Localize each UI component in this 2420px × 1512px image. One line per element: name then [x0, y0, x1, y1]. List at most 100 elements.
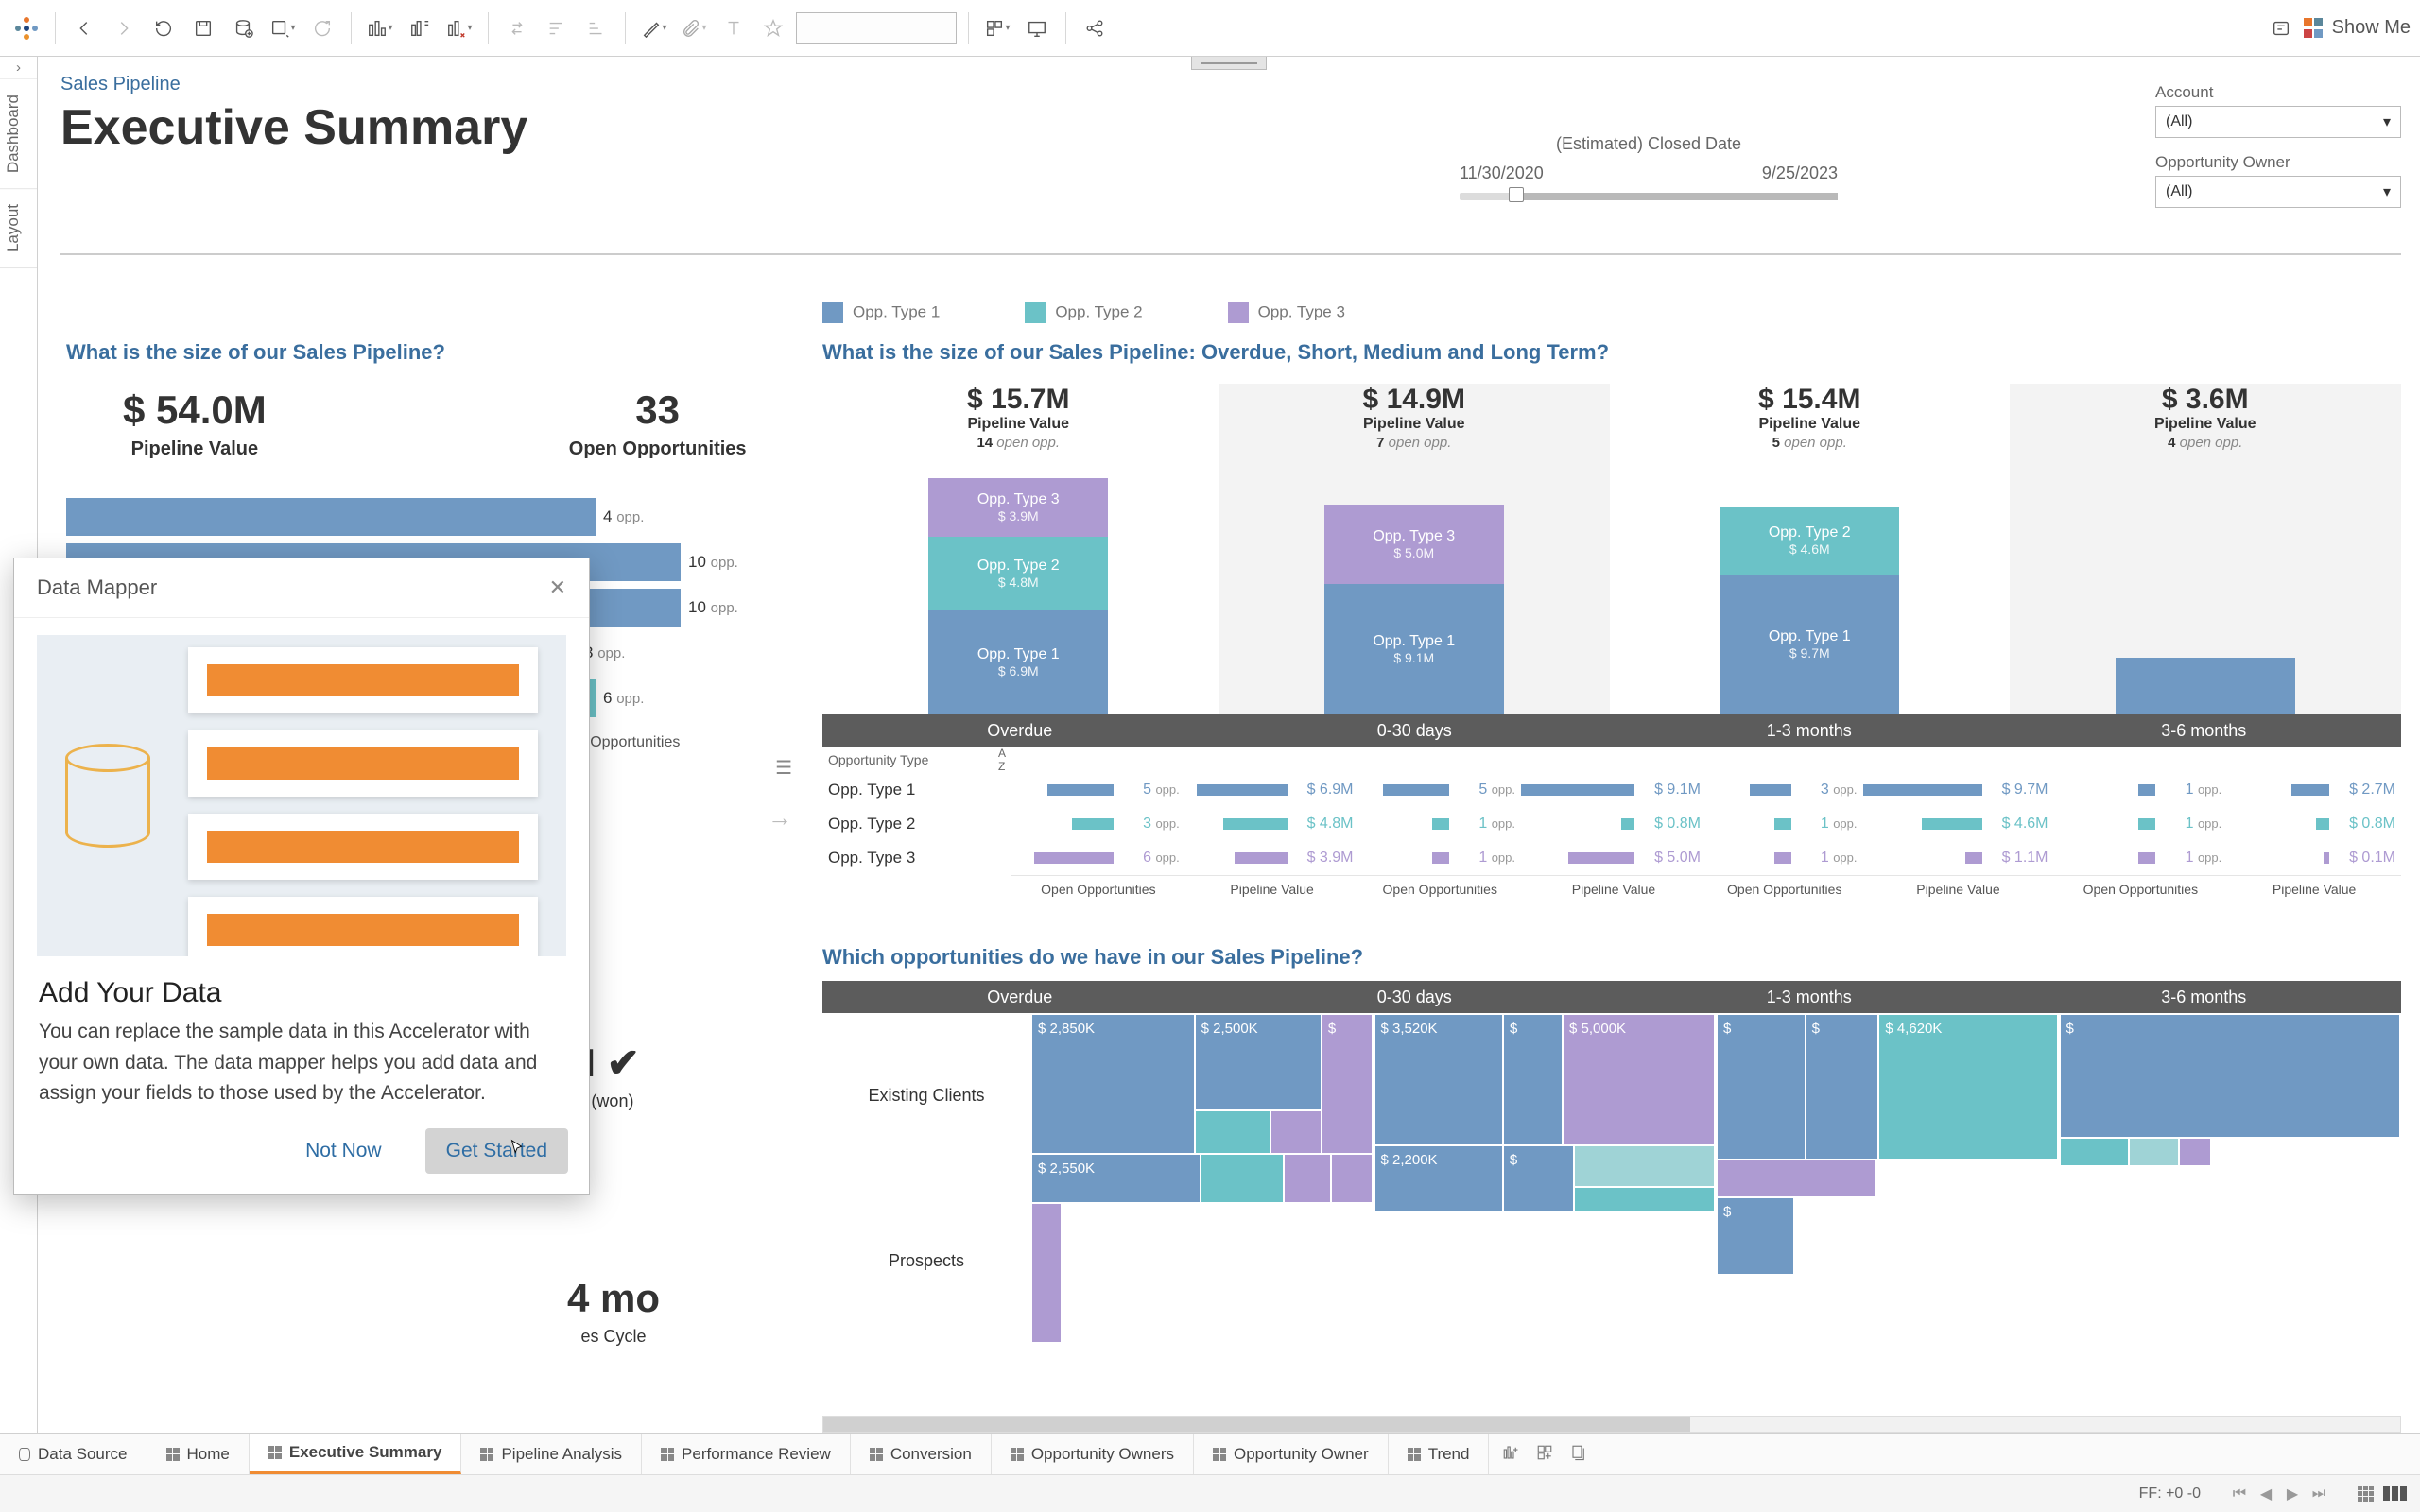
legend-item-3[interactable]: Opp. Type 3 — [1228, 302, 1345, 323]
autosave-dropdown-icon[interactable]: ▾ — [266, 11, 300, 45]
breakdown-cell[interactable]: 5 opp. — [1359, 773, 1522, 807]
stack-segment[interactable]: Opp. Type 2$ 4.8M — [928, 537, 1108, 610]
sidebar-expand-icon[interactable]: › — [0, 57, 37, 79]
tableau-logo-icon[interactable] — [9, 11, 43, 45]
treemap-cell[interactable]: $ — [1718, 1015, 1805, 1159]
tab-data-source[interactable]: Data Source — [0, 1434, 147, 1474]
highlight-icon[interactable]: ▾ — [637, 11, 671, 45]
tab-trend[interactable]: Trend — [1389, 1434, 1490, 1474]
nav-prev-icon[interactable]: ◀ — [2256, 1484, 2276, 1504]
not-now-button[interactable]: Not Now — [285, 1128, 403, 1174]
breakdown-cell[interactable]: 1 opp. — [2054, 807, 2228, 841]
stack-segment[interactable]: Opp. Type 1$ 9.1M — [1324, 584, 1504, 714]
text-icon[interactable] — [717, 11, 751, 45]
duplicate-sheet-icon[interactable] — [403, 11, 437, 45]
treemap-cell[interactable]: $ 5,000K — [1564, 1015, 1714, 1144]
treemap-cell[interactable] — [1271, 1111, 1321, 1153]
stack-segment[interactable]: Opp. Type 3$ 3.9M — [928, 478, 1108, 537]
breakdown-cell[interactable]: $ 4.8M — [1185, 807, 1359, 841]
breakdown-cell[interactable]: $ 6.9M — [1185, 773, 1359, 807]
treemap-cell[interactable] — [1718, 1160, 1876, 1196]
breakdown-cell[interactable]: 1 opp. — [1706, 841, 1863, 875]
back-icon[interactable] — [67, 11, 101, 45]
nav-first-icon[interactable]: ⏮ — [2229, 1484, 2250, 1504]
canvas-resize-handle[interactable] — [1191, 57, 1267, 70]
tab-performance-review[interactable]: Performance Review — [642, 1434, 851, 1474]
tab-conversion[interactable]: Conversion — [851, 1434, 992, 1474]
tab-home[interactable]: Home — [147, 1434, 250, 1474]
breakdown-cell[interactable]: $ 1.1M — [1863, 841, 2054, 875]
new-dashboard-icon[interactable] — [1536, 1444, 1553, 1465]
treemap-cell[interactable]: $ — [1504, 1015, 1562, 1144]
breakdown-cell[interactable]: 5 opp. — [1011, 773, 1185, 807]
stack-segment[interactable]: Opp. Type 2$ 4.6M — [1720, 507, 1899, 575]
guide-icon[interactable] — [2264, 11, 2298, 45]
treemap-cell[interactable] — [2180, 1139, 2210, 1165]
stack-column[interactable]: $ 15.4MPipeline Value5 open opp.Opp. Typ… — [1614, 384, 2006, 714]
owner-filter-select[interactable]: (All)▾ — [2155, 176, 2401, 208]
treemap-cell[interactable]: $ 2,500K — [1196, 1015, 1321, 1109]
treemap-cell[interactable] — [2061, 1139, 2128, 1165]
stack-segment[interactable]: Opp. Type 1$ 6.9M — [928, 610, 1108, 714]
legend-item-1[interactable]: Opp. Type 1 — [822, 302, 940, 323]
share-icon[interactable] — [1078, 11, 1112, 45]
view-tabs-icon[interactable] — [2383, 1486, 2407, 1502]
treemap-cell[interactable] — [1201, 1155, 1282, 1203]
treemap-cell[interactable] — [1032, 1204, 1061, 1342]
tab-opportunity-owners[interactable]: Opportunity Owners — [992, 1434, 1194, 1474]
swap-icon[interactable] — [500, 11, 534, 45]
refresh-icon[interactable] — [305, 11, 339, 45]
stack-column[interactable]: $ 14.9MPipeline Value7 open opp.Opp. Typ… — [1219, 384, 1611, 714]
star-icon[interactable] — [756, 11, 790, 45]
sort-az-icon[interactable]: AZ — [998, 747, 1006, 773]
show-me-button[interactable]: Show Me — [2304, 17, 2411, 39]
view-filmstrip-icon[interactable] — [2358, 1486, 2374, 1502]
stack-segment[interactable]: Opp. Type 1$ 9.7M — [1720, 575, 1899, 714]
horizontal-scrollbar[interactable] — [822, 1416, 2401, 1433]
breakdown-cell[interactable]: 3 opp. — [1706, 773, 1863, 807]
breakdown-cell[interactable]: $ 0.1M — [2227, 841, 2401, 875]
sidebar-tab-layout[interactable]: Layout — [0, 189, 37, 268]
treemap-cell[interactable] — [1285, 1155, 1331, 1203]
treemap-cell[interactable]: $ 2,850K — [1032, 1015, 1194, 1153]
treemap-cell[interactable] — [1332, 1155, 1371, 1203]
treemap-cell[interactable]: $ — [1322, 1015, 1372, 1153]
treemap-cell[interactable]: $ — [1718, 1198, 1793, 1274]
breakdown-cell[interactable]: 1 opp. — [2054, 841, 2228, 875]
nav-last-icon[interactable]: ⏭ — [2308, 1484, 2329, 1504]
breakdown-cell[interactable]: $ 4.6M — [1863, 807, 2054, 841]
new-story-icon[interactable] — [1570, 1444, 1587, 1465]
treemap-cell[interactable]: $ 3,520K — [1375, 1015, 1503, 1144]
legend-item-2[interactable]: Opp. Type 2 — [1025, 302, 1142, 323]
fit-dropdown-icon[interactable]: ▾ — [980, 11, 1014, 45]
breakdown-cell[interactable]: 6 opp. — [1011, 841, 1185, 875]
breadcrumb[interactable]: Sales Pipeline — [60, 74, 2401, 95]
breakdown-cell[interactable]: $ 0.8M — [2227, 807, 2401, 841]
save-icon[interactable] — [186, 11, 220, 45]
clear-sheet-icon[interactable]: ▾ — [442, 11, 476, 45]
breakdown-cell[interactable]: $ 9.1M — [1521, 773, 1706, 807]
sort-asc-icon[interactable] — [540, 11, 574, 45]
get-started-button[interactable]: Get Started — [425, 1128, 568, 1174]
forward-icon[interactable] — [107, 11, 141, 45]
stack-column[interactable]: $ 15.7MPipeline Value14 open opp.Opp. Ty… — [822, 384, 1215, 714]
next-arrow-icon[interactable]: → — [768, 803, 792, 833]
presentation-icon[interactable] — [1020, 11, 1054, 45]
breakdown-cell[interactable]: $ 9.7M — [1863, 773, 2054, 807]
treemap-cell[interactable]: $ — [1504, 1146, 1573, 1211]
breakdown-cell[interactable]: 1 opp. — [1706, 807, 1863, 841]
treemap-cell[interactable] — [1575, 1146, 1714, 1186]
toolbar-search-input[interactable] — [796, 12, 957, 44]
breakdown-cell[interactable]: 3 opp. — [1011, 807, 1185, 841]
new-datasource-icon[interactable] — [226, 11, 260, 45]
new-worksheet-icon[interactable]: ▾ — [363, 11, 397, 45]
breakdown-cell[interactable]: 1 opp. — [1359, 807, 1522, 841]
hamburger-icon[interactable]: ☰ — [775, 756, 792, 780]
undo-redo-icon[interactable] — [147, 11, 181, 45]
treemap-cell[interactable] — [2130, 1139, 2179, 1165]
treemap-cell[interactable]: $ — [2061, 1015, 2400, 1137]
treemap-cell[interactable] — [1575, 1188, 1714, 1211]
breakdown-cell[interactable]: $ 3.9M — [1185, 841, 1359, 875]
account-filter-select[interactable]: (All)▾ — [2155, 106, 2401, 138]
stack-segment[interactable] — [2116, 658, 2295, 714]
